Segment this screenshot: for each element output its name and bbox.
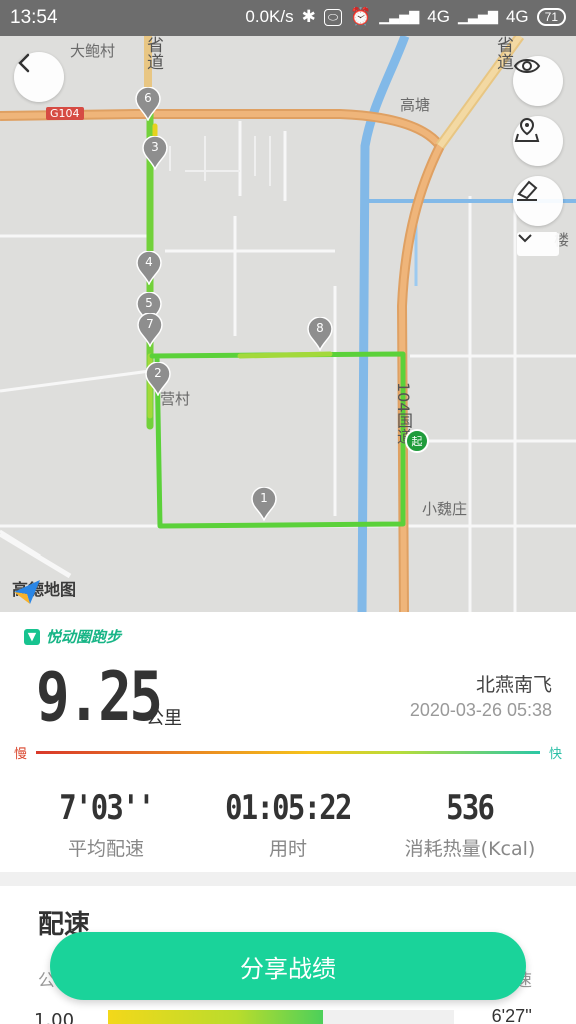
km-marker-6-label: 6	[144, 91, 152, 105]
run-summary-card: ▼ 悦动圈跑步 9.25 公里 北燕南飞 2020-03-26 05:38 慢 …	[0, 612, 576, 872]
km-marker-2-label: 2	[154, 366, 162, 380]
net-speed: 0.0K/s	[245, 7, 294, 26]
expand-controls-button[interactable]	[517, 232, 559, 256]
map-mode-button[interactable]	[513, 116, 563, 166]
signal-label-1: 4G	[427, 7, 450, 26]
amap-logo-icon	[14, 580, 40, 604]
chevron-down-icon	[518, 234, 532, 243]
map-canvas	[0, 36, 576, 612]
stat-avg-pace: 7'03'' 平均配速	[16, 788, 196, 861]
map-label-province-road-right: 省道	[493, 36, 513, 70]
calories-value: 536	[446, 788, 495, 828]
map-label-gaotang: 高塘	[400, 96, 431, 114]
status-bar: 13:54 0.0K/s ✱ ⬭ ⏰ ▁▃▅▇ 4G ▁▃▅▇ 4G 71	[0, 0, 576, 36]
pace-gradient-bar	[36, 751, 540, 754]
visibility-button[interactable]	[513, 56, 563, 106]
km-marker-7-label: 7	[146, 317, 154, 331]
avg-pace-label: 平均配速	[67, 838, 144, 860]
signal-icon: ▁▃▅▇	[379, 9, 420, 24]
erase-button[interactable]	[513, 176, 563, 226]
battery-icon: 71	[536, 8, 566, 26]
signal-icon-2: ▁▃▅▇	[457, 9, 498, 24]
status-indicators: 0.0K/s ✱ ⬭ ⏰ ▁▃▅▇ 4G ▁▃▅▇ 4G 71	[245, 7, 566, 27]
alarm-icon: ⏰	[350, 7, 372, 26]
calories-label: 消耗热量(Kcal)	[404, 838, 536, 860]
amap-logo: 高德地图	[12, 576, 76, 604]
map-pin-icon	[514, 117, 540, 142]
pace-legend: 慢 快	[14, 742, 562, 762]
brand-name: 悦动圈跑步	[46, 628, 122, 646]
km-marker-1-label: 1	[260, 491, 268, 505]
eraser-icon	[517, 180, 538, 201]
pace-row-value: 6'27''	[491, 1006, 532, 1024]
pace-row-km: 1.00	[34, 1010, 75, 1024]
brand-logo-icon: ▼	[24, 628, 40, 645]
avg-pace-value: 7'03''	[58, 788, 155, 828]
stat-duration: 01:05:22 用时	[198, 788, 378, 861]
slow-label: 慢	[14, 747, 28, 762]
signal-label-2: 4G	[505, 7, 529, 26]
hd-icon: ⬭	[323, 8, 343, 26]
share-results-button[interactable]: 分享战绩	[50, 932, 526, 1000]
duration-value: 01:05:22	[225, 788, 352, 828]
section-divider	[0, 872, 576, 886]
map-label-province-road: 省道	[143, 36, 163, 70]
map-label-village: 大鲍村	[70, 42, 116, 60]
distance-value: 9.25	[36, 658, 163, 737]
distance-unit: 公里	[146, 708, 182, 729]
km-marker-3-label: 3	[151, 140, 159, 154]
pace-row-bar-fill	[108, 1010, 323, 1024]
eye-icon	[513, 59, 541, 73]
user-name: 北燕南飞	[475, 674, 552, 696]
start-marker[interactable]: 起	[405, 429, 429, 453]
km-marker-5-label: 5	[145, 296, 153, 310]
km-marker-8-label: 8	[316, 321, 324, 335]
pace-row-bar-track	[108, 1010, 454, 1024]
km-marker-4-label: 4	[145, 255, 153, 269]
status-time: 13:54	[10, 7, 58, 28]
stat-calories: 536 消耗热量(Kcal)	[380, 788, 560, 861]
start-marker-label: 起	[411, 435, 423, 448]
back-icon	[18, 53, 30, 73]
route-map[interactable]: 大鲍村 省道 G104 高塘 省道 楼 营村 104国道 小魏庄 起 1 2 3…	[0, 36, 576, 612]
map-label-g104: G104	[46, 107, 84, 120]
duration-label: 用时	[268, 838, 307, 860]
brand: ▼ 悦动圈跑步	[24, 626, 121, 647]
map-label-xiaowei: 小魏庄	[422, 500, 468, 518]
back-button[interactable]	[14, 52, 64, 102]
fast-label: 快	[548, 747, 562, 762]
bluetooth-icon: ✱	[301, 7, 316, 26]
run-datetime: 2020-03-26 05:38	[409, 700, 552, 720]
